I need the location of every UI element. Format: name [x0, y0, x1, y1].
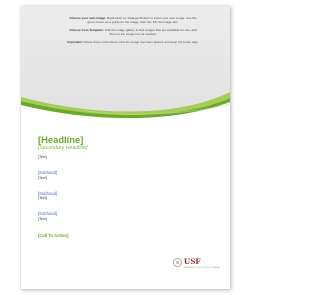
logo-wordmark: USF: [184, 256, 201, 266]
logo-subtitle: UNIVERSITY OF SOUTH FLORIDA: [184, 266, 220, 269]
subhead-placeholder[interactable]: [Subhead]: [38, 170, 213, 175]
text-placeholder[interactable]: [Text]: [38, 176, 213, 181]
secondary-headline-placeholder[interactable]: [Secondary Headline]: [38, 145, 213, 152]
document-page: Choose your own image: Right-Click on 'C…: [21, 6, 230, 289]
instruction-block: Choose from Template: Visit the image ga…: [67, 28, 199, 36]
headline-placeholder[interactable]: [Headline]: [38, 134, 213, 145]
instruction-heading: Important:: [67, 39, 83, 44]
instruction-text: Visit the image gallery to find images t…: [104, 27, 197, 36]
seal-icon: [173, 258, 182, 267]
instruction-heading: Choose from Template:: [69, 27, 104, 32]
usf-logo: USF UNIVERSITY OF SOUTH FLORIDA: [173, 256, 219, 271]
text-placeholder[interactable]: [Text]: [38, 217, 213, 222]
flyer-content: [Headline] [Secondary Headline] [Text] […: [38, 134, 213, 238]
text-placeholder[interactable]: [Text]: [38, 196, 213, 201]
text-placeholder[interactable]: [Text]: [38, 155, 213, 160]
instruction-block: Choose your own image: Right-Click on 'C…: [67, 16, 199, 24]
call-to-action-placeholder[interactable]: [Call To Action]: [38, 233, 213, 238]
subhead-placeholder[interactable]: [Subhead]: [38, 211, 213, 216]
instruction-block: Important: Delete these instructions onc…: [67, 40, 199, 44]
subhead-placeholder[interactable]: [Subhead]: [38, 191, 213, 196]
image-instructions: Choose your own image: Right-Click on 'C…: [67, 16, 199, 47]
instruction-text: Delete these instructions once the image…: [83, 39, 199, 44]
